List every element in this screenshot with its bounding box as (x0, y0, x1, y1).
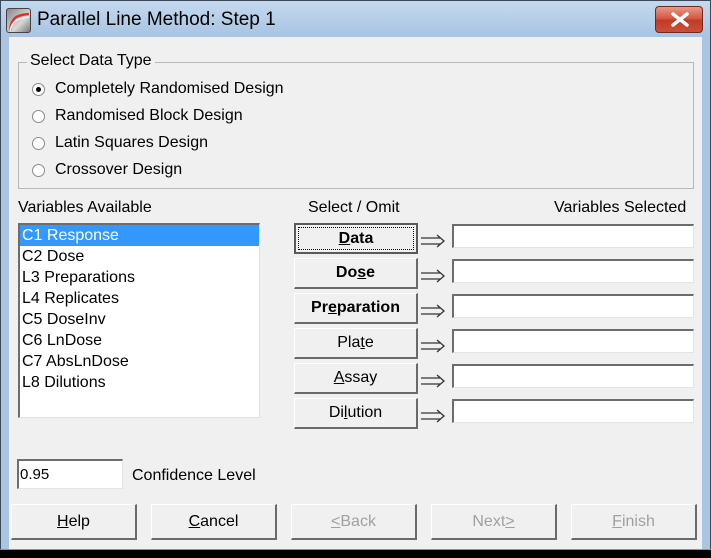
double-arrow-right-icon (421, 234, 445, 248)
double-arrow-right-icon (421, 269, 445, 283)
list-item[interactable]: L8 Dilutions (20, 372, 259, 393)
finish-button[interactable]: Finish (571, 504, 697, 540)
radio-button[interactable] (32, 163, 45, 177)
radio-label: Crossover Design (55, 161, 183, 178)
radio-randomised-block[interactable]: Randomised Block Design (32, 105, 243, 127)
double-arrow-right-icon (421, 409, 445, 423)
selected-preparation-field[interactable] (452, 294, 694, 318)
selected-plate-field[interactable] (452, 329, 694, 353)
radio-latin-squares[interactable]: Latin Squares Design (32, 132, 208, 154)
cancel-button[interactable]: Cancel (151, 504, 277, 540)
radio-completely-randomised[interactable]: Completely Randomised Design (32, 78, 284, 100)
back-button[interactable]: < Back (291, 504, 417, 540)
radio-button[interactable] (32, 136, 45, 150)
dilution-button[interactable]: Di l ution (294, 398, 418, 429)
variables-selected-label: Variables Selected (554, 199, 687, 216)
list-item[interactable]: C2 Dose (20, 246, 259, 267)
next-button[interactable]: Next > (431, 504, 557, 540)
selected-data-field[interactable] (452, 224, 694, 248)
radio-label: Randomised Block Design (55, 107, 243, 124)
list-item[interactable]: L3 Preparations (20, 267, 259, 288)
double-arrow-right-icon (421, 304, 445, 318)
radio-button[interactable] (32, 109, 45, 123)
preparation-button[interactable]: Pr e paration (294, 293, 418, 324)
variables-available-list[interactable]: C1 Response C2 Dose L3 Preparations L4 R… (18, 223, 260, 418)
select-omit-label: Select / Omit (308, 199, 400, 216)
help-button[interactable]: Help (11, 504, 137, 540)
confidence-level-label: Confidence Level (132, 467, 256, 484)
data-type-legend: Select Data Type (27, 52, 155, 70)
confidence-level-input[interactable] (17, 459, 123, 489)
double-arrow-right-icon (421, 374, 445, 388)
radio-label: Latin Squares Design (55, 134, 208, 151)
double-arrow-right-icon (421, 339, 445, 353)
screen-edge (0, 550, 711, 557)
selected-dose-field[interactable] (452, 259, 694, 283)
dialog-window: Parallel Line Method: Step 1 Select Data… (0, 0, 711, 557)
radio-crossover[interactable]: Crossover Design (32, 159, 182, 181)
plate-button[interactable]: Pla t e (294, 328, 418, 359)
variables-available-label: Variables Available (18, 199, 152, 216)
dose-button[interactable]: Do s e (294, 258, 418, 289)
radio-label: Completely Randomised Design (55, 80, 284, 97)
selected-dilution-field[interactable] (452, 399, 694, 423)
list-item[interactable]: L4 Replicates (20, 288, 259, 309)
radio-button-checked[interactable] (32, 82, 45, 96)
list-item[interactable]: C7 AbsLnDose (20, 351, 259, 372)
selected-assay-field[interactable] (452, 364, 694, 388)
data-button[interactable]: Data (294, 223, 418, 254)
list-item[interactable]: C5 DoseInv (20, 309, 259, 330)
assay-button[interactable]: Assay (294, 363, 418, 394)
dialog-body: Select Data Type Completely Randomised D… (9, 37, 702, 551)
list-item[interactable]: C6 LnDose (20, 330, 259, 351)
list-item[interactable]: C1 Response (20, 225, 259, 246)
